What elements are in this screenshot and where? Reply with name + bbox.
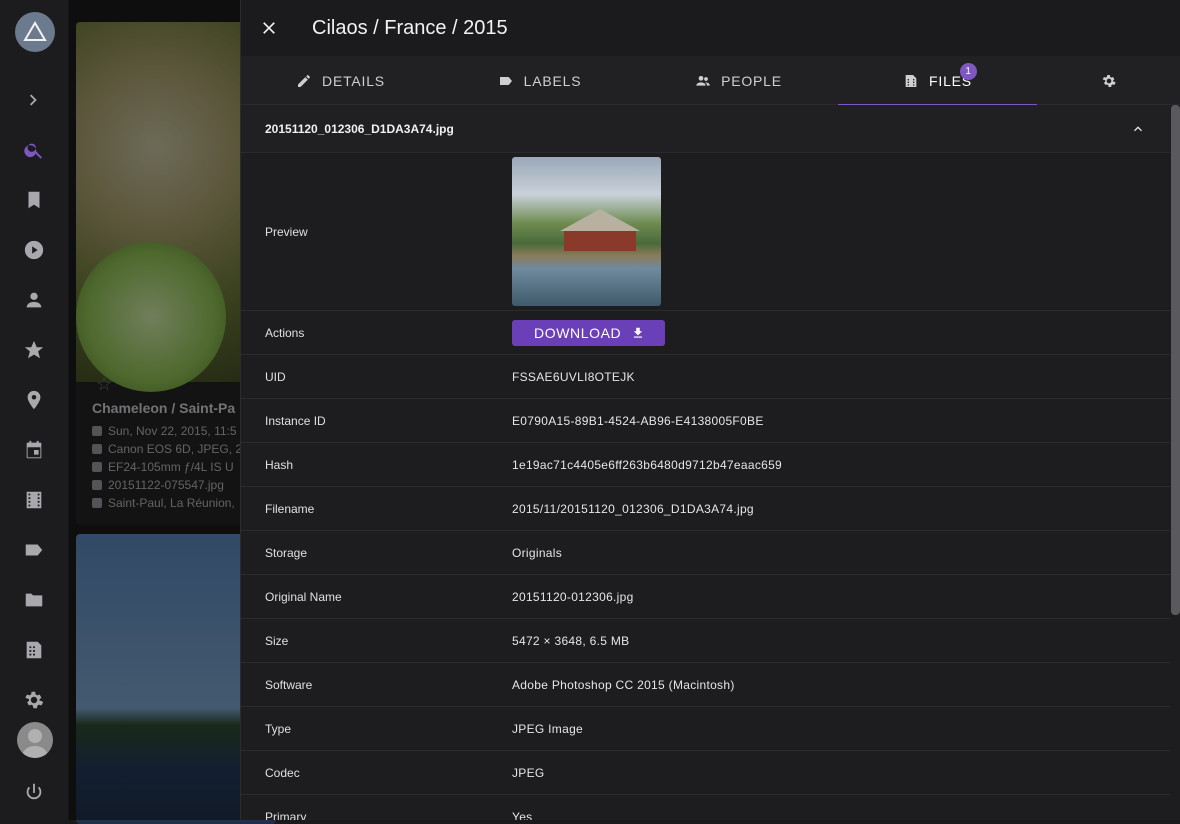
row-key: Preview <box>265 224 308 239</box>
file-preview-image[interactable] <box>512 157 661 306</box>
expand-icon[interactable] <box>22 88 46 112</box>
star-icon[interactable] <box>22 338 46 362</box>
label-icon <box>499 76 512 85</box>
file-row-software: Software Adobe Photoshop CC 2015 (Macinto… <box>241 663 1170 707</box>
dialog-title: Cilaos / France / 2015 <box>312 16 508 39</box>
row-key: Codec <box>265 765 300 780</box>
row-value: 1e19ac71c4405e6ff263b6480d9712b47eaac659 <box>512 457 783 472</box>
film-icon[interactable] <box>22 488 46 512</box>
row-key: UID <box>265 369 286 384</box>
tab-people[interactable]: PEOPLE <box>639 56 838 105</box>
file-row-instance-id: Instance ID E0790A15-89B1-4524-AB96-E4138… <box>241 399 1170 443</box>
file-row-preview: Preview <box>241 153 1170 311</box>
close-icon <box>263 22 275 34</box>
file-row-size: Size 5472 × 3648, 6.5 MB <box>241 619 1170 663</box>
avatar[interactable] <box>17 722 53 758</box>
people-icon <box>696 75 710 86</box>
download-label: DOWNLOAD <box>534 324 622 341</box>
row-value: 20151120-012306.jpg <box>512 589 634 604</box>
tab-bar: DETAILS LABELS PEOPLE FILES 1 <box>241 56 1180 106</box>
row-key: Size <box>265 633 289 648</box>
settings-icon[interactable] <box>22 688 46 712</box>
tab-label: DETAILS <box>322 72 385 89</box>
row-value: DOWNLOAD <box>512 319 666 346</box>
file-row-filename: Filename 2015/11/20151120_012306_D1DA3A74… <box>241 487 1170 531</box>
scrollbar-thumb[interactable] <box>1171 105 1180 615</box>
file-name: 20151120_012306_D1DA3A74.jpg <box>265 121 454 136</box>
tab-labels[interactable]: LABELS <box>440 56 639 105</box>
row-key: Primary <box>265 809 307 821</box>
row-value: 5472 × 3648, 6.5 MB <box>512 633 630 648</box>
file-row-uid: UID FSSAE6UVLI8OTEJK <box>241 355 1170 399</box>
files-icon <box>905 74 917 87</box>
close-button[interactable] <box>241 0 297 56</box>
gear-icon <box>1102 74 1116 87</box>
play-icon[interactable] <box>22 238 46 262</box>
row-value: Yes <box>512 809 533 821</box>
file-row-hash: Hash 1e19ac71c4405e6ff263b6480d9712b47eaa… <box>241 443 1170 487</box>
location-icon[interactable] <box>22 388 46 412</box>
row-key: Actions <box>265 325 305 340</box>
library-icon[interactable] <box>22 638 46 662</box>
app-logo[interactable] <box>15 12 55 52</box>
file-row-storage: Storage Originals <box>241 531 1170 575</box>
file-row-codec: Codec JPEG <box>241 751 1170 795</box>
folder-icon[interactable] <box>22 588 46 612</box>
row-value: JPEG <box>512 765 545 780</box>
tab-label: PEOPLE <box>721 72 782 89</box>
label-icon[interactable] <box>22 538 46 562</box>
row-key: Filename <box>265 501 315 516</box>
tab-settings[interactable] <box>1037 56 1180 105</box>
tab-files[interactable]: FILES 1 <box>838 56 1037 106</box>
file-row-primary: Primary Yes <box>241 795 1170 820</box>
pencil-icon <box>298 74 311 87</box>
nav-rail <box>0 0 69 820</box>
row-value: Originals <box>512 545 563 560</box>
row-key: Instance ID <box>265 413 326 428</box>
row-value: Adobe Photoshop CC 2015 (Macintosh) <box>512 677 735 692</box>
file-row-original-name: Original Name 20151120-012306.jpg <box>241 575 1170 619</box>
photo-edit-dialog: Cilaos / France / 2015 DETAILS LABELS PE… <box>240 0 1180 820</box>
row-value: E0790A15-89B1-4524-AB96-E4138005F0BE <box>512 413 764 428</box>
file-expansion-header[interactable]: 20151120_012306_D1DA3A74.jpg <box>241 105 1170 153</box>
power-icon[interactable] <box>22 780 46 804</box>
tab-details[interactable]: DETAILS <box>241 56 440 105</box>
download-icon <box>634 327 643 338</box>
row-key: Software <box>265 677 313 692</box>
row-value <box>512 157 661 306</box>
row-value: FSSAE6UVLI8OTEJK <box>512 369 635 384</box>
row-value: JPEG Image <box>512 721 584 736</box>
file-row-actions: Actions DOWNLOAD <box>241 311 1170 355</box>
row-key: Type <box>265 721 292 736</box>
download-button[interactable]: DOWNLOAD <box>512 319 666 346</box>
row-key: Original Name <box>265 589 342 604</box>
search-icon[interactable] <box>22 138 46 162</box>
dialog-toolbar: Cilaos / France / 2015 <box>241 0 1180 56</box>
chevron-up-icon[interactable] <box>1130 121 1146 137</box>
row-value: 2015/11/20151120_012306_D1DA3A74.jpg <box>512 501 754 516</box>
files-count-badge: 1 <box>960 63 977 80</box>
file-row-type: Type JPEG Image <box>241 707 1170 751</box>
bookmark-icon[interactable] <box>22 188 46 212</box>
scrollbar[interactable] <box>1170 105 1180 820</box>
tab-label: LABELS <box>523 72 582 89</box>
files-panel: 20151120_012306_D1DA3A74.jpg Preview Act… <box>241 105 1170 820</box>
row-key: Hash <box>265 457 294 472</box>
calendar-icon[interactable] <box>22 438 46 462</box>
row-key: Storage <box>265 545 308 560</box>
person-icon[interactable] <box>22 288 46 312</box>
